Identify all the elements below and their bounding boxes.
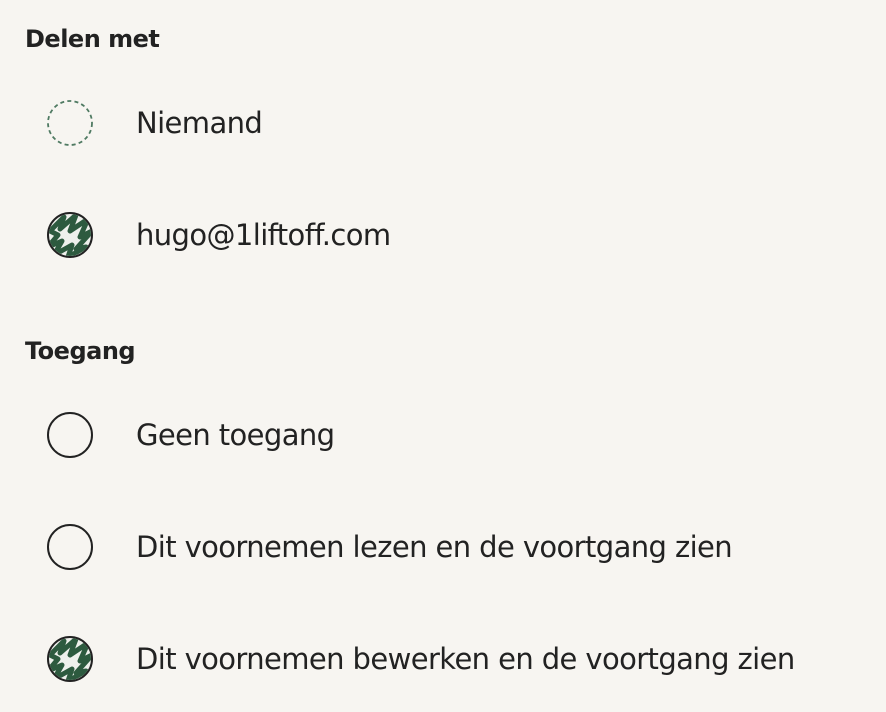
radio-checked-icon[interactable] <box>46 211 94 259</box>
radio-unchecked-icon[interactable] <box>46 411 94 459</box>
share-option-label: hugo@1liftoff.com <box>136 217 391 252</box>
access-title: Toegang <box>25 337 136 365</box>
access-option-label: Dit voornemen lezen en de voortgang zien <box>136 529 733 564</box>
share-option-label: Niemand <box>136 105 263 140</box>
radio-unchecked-icon[interactable] <box>46 523 94 571</box>
access-option-label: Dit voornemen bewerken en de voortgang z… <box>136 641 795 676</box>
access-option-read[interactable]: Dit voornemen lezen en de voortgang zien <box>46 521 733 573</box>
access-option-label: Geen toegang <box>136 417 335 452</box>
access-option-none[interactable]: Geen toegang <box>46 409 335 461</box>
dashed-radio-icon[interactable] <box>46 99 94 147</box>
radio-checked-icon[interactable] <box>46 635 94 683</box>
share-option-niemand[interactable]: Niemand <box>46 97 263 149</box>
access-option-edit[interactable]: Dit voornemen bewerken en de voortgang z… <box>46 633 795 685</box>
share-with-title: Delen met <box>25 25 160 53</box>
share-option-user[interactable]: hugo@1liftoff.com <box>46 209 391 261</box>
